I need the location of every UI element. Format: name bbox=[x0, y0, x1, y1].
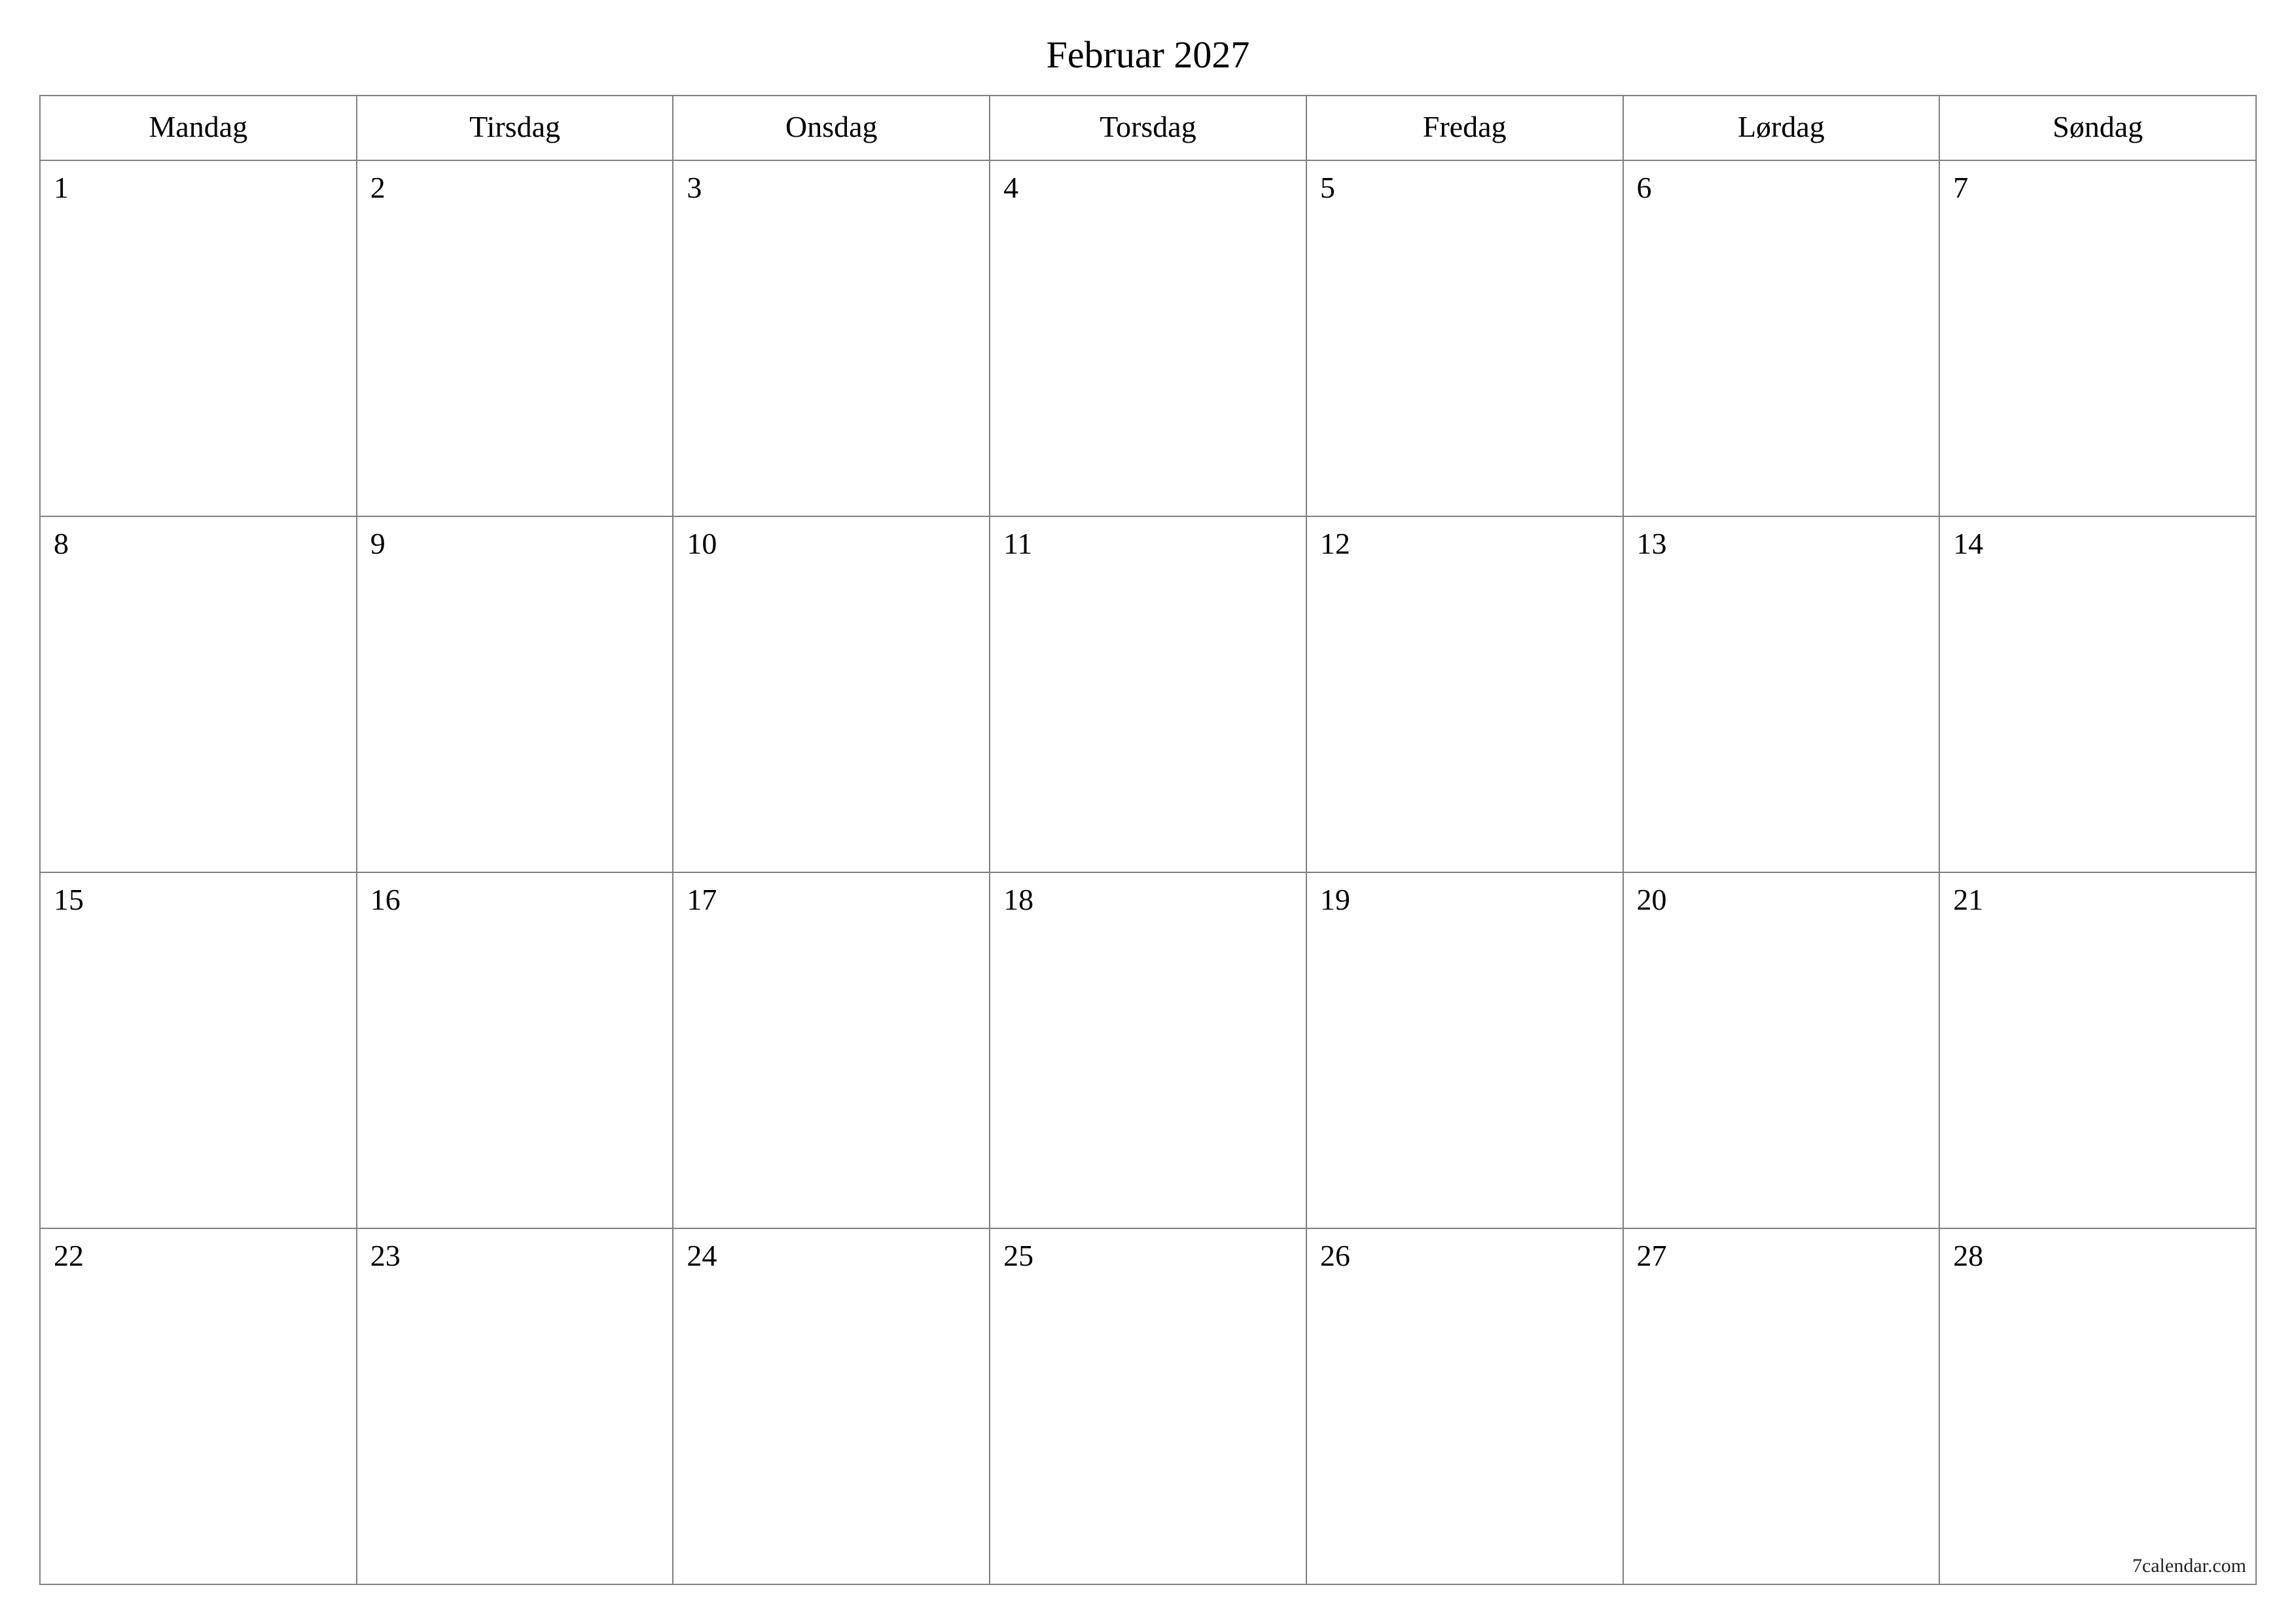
calendar-day-cell: 16 bbox=[357, 872, 673, 1228]
calendar-day-cell: 23 bbox=[357, 1228, 673, 1584]
calendar-day-cell: 26 bbox=[1306, 1228, 1623, 1584]
day-number: 9 bbox=[370, 526, 386, 561]
calendar-week-row: 15 16 17 18 19 20 21 bbox=[40, 872, 2256, 1228]
day-number: 22 bbox=[54, 1238, 84, 1273]
calendar-day-cell: 5 bbox=[1306, 160, 1623, 516]
day-number: 3 bbox=[687, 170, 702, 205]
day-number: 1 bbox=[54, 170, 69, 205]
calendar-day-cell: 18 bbox=[990, 872, 1306, 1228]
day-number: 11 bbox=[1003, 526, 1032, 561]
calendar-day-cell: 1 bbox=[40, 160, 357, 516]
day-number: 18 bbox=[1003, 882, 1033, 917]
day-number: 17 bbox=[687, 882, 717, 917]
day-number: 10 bbox=[687, 526, 717, 561]
day-number: 12 bbox=[1320, 526, 1350, 561]
day-number: 23 bbox=[370, 1238, 401, 1273]
day-number: 13 bbox=[1637, 526, 1667, 561]
calendar-day-cell: 11 bbox=[990, 516, 1306, 872]
day-number: 16 bbox=[370, 882, 401, 917]
calendar-day-cell: 28 7calendar.com bbox=[1939, 1228, 2256, 1584]
day-number: 26 bbox=[1320, 1238, 1350, 1273]
calendar-day-cell: 25 bbox=[990, 1228, 1306, 1584]
weekday-header: Torsdag bbox=[990, 96, 1306, 160]
calendar-day-cell: 9 bbox=[357, 516, 673, 872]
calendar-day-cell: 21 bbox=[1939, 872, 2256, 1228]
calendar-week-row: 22 23 24 25 26 27 28 7calendar.com bbox=[40, 1228, 2256, 1584]
weekday-header: Mandag bbox=[40, 96, 357, 160]
calendar-title: Februar 2027 bbox=[39, 33, 2257, 77]
day-number: 8 bbox=[54, 526, 69, 561]
calendar-day-cell: 3 bbox=[673, 160, 990, 516]
calendar-day-cell: 22 bbox=[40, 1228, 357, 1584]
day-number: 28 bbox=[1953, 1238, 1983, 1273]
calendar-day-cell: 13 bbox=[1623, 516, 1940, 872]
calendar-day-cell: 24 bbox=[673, 1228, 990, 1584]
calendar-day-cell: 14 bbox=[1939, 516, 2256, 872]
weekday-header: Søndag bbox=[1939, 96, 2256, 160]
day-number: 4 bbox=[1003, 170, 1018, 205]
calendar-day-cell: 15 bbox=[40, 872, 357, 1228]
weekday-header: Lørdag bbox=[1623, 96, 1940, 160]
weekday-header: Onsdag bbox=[673, 96, 990, 160]
calendar-day-cell: 19 bbox=[1306, 872, 1623, 1228]
watermark-text: 7calendar.com bbox=[2132, 1555, 2246, 1577]
day-number: 25 bbox=[1003, 1238, 1033, 1273]
day-number: 2 bbox=[370, 170, 386, 205]
day-number: 27 bbox=[1637, 1238, 1667, 1273]
day-number: 20 bbox=[1637, 882, 1667, 917]
calendar-week-row: 1 2 3 4 5 6 7 bbox=[40, 160, 2256, 516]
day-number: 15 bbox=[54, 882, 84, 917]
calendar-day-cell: 2 bbox=[357, 160, 673, 516]
calendar-day-cell: 27 bbox=[1623, 1228, 1940, 1584]
day-number: 6 bbox=[1637, 170, 1652, 205]
weekday-header: Fredag bbox=[1306, 96, 1623, 160]
day-number: 24 bbox=[687, 1238, 717, 1273]
day-number: 19 bbox=[1320, 882, 1350, 917]
calendar-day-cell: 10 bbox=[673, 516, 990, 872]
calendar-grid: Mandag Tirsdag Onsdag Torsdag Fredag Lør… bbox=[39, 95, 2257, 1585]
calendar-day-cell: 7 bbox=[1939, 160, 2256, 516]
day-number: 21 bbox=[1953, 882, 1983, 917]
calendar-day-cell: 20 bbox=[1623, 872, 1940, 1228]
calendar-day-cell: 6 bbox=[1623, 160, 1940, 516]
calendar-day-cell: 8 bbox=[40, 516, 357, 872]
day-number: 7 bbox=[1953, 170, 1968, 205]
calendar-week-row: 8 9 10 11 12 13 14 bbox=[40, 516, 2256, 872]
calendar-day-cell: 4 bbox=[990, 160, 1306, 516]
weekday-header: Tirsdag bbox=[357, 96, 673, 160]
calendar-day-cell: 12 bbox=[1306, 516, 1623, 872]
calendar-day-cell: 17 bbox=[673, 872, 990, 1228]
day-number: 5 bbox=[1320, 170, 1335, 205]
day-number: 14 bbox=[1953, 526, 1983, 561]
weekday-header-row: Mandag Tirsdag Onsdag Torsdag Fredag Lør… bbox=[40, 96, 2256, 160]
